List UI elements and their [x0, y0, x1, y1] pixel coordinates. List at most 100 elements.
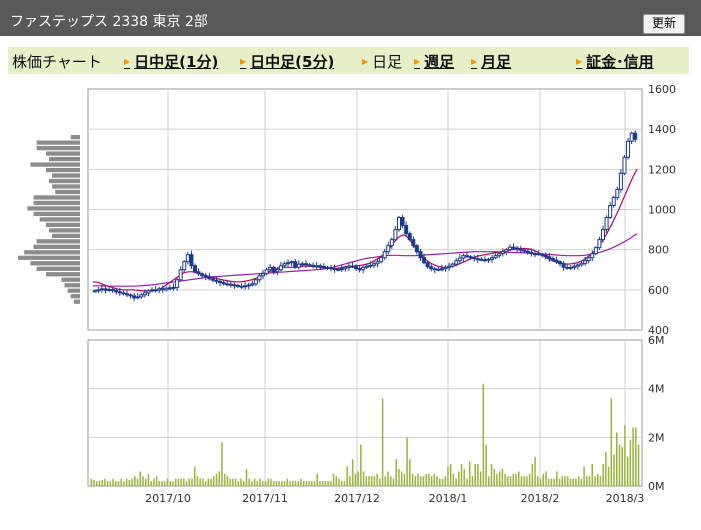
volume-bar [153, 478, 155, 486]
volume-bar [302, 481, 305, 486]
price-tick-label: 600 [648, 284, 669, 297]
candle-body [461, 255, 466, 259]
volume-bar [577, 476, 580, 486]
candle-body [99, 288, 104, 291]
volume-bar [90, 478, 93, 486]
volume-bar [368, 476, 370, 486]
candle-body [518, 248, 523, 251]
candle-body [235, 284, 240, 287]
candle-body [221, 282, 226, 285]
candle-body [436, 268, 441, 271]
volume-bar [447, 466, 449, 486]
profile-bar [55, 189, 80, 195]
volume-bar [626, 456, 629, 486]
volume-bar [283, 481, 286, 486]
volume-bar [430, 476, 433, 486]
volume-bar [439, 478, 441, 486]
volume-bar [586, 476, 588, 486]
volume-bar [134, 476, 136, 486]
candle-body [210, 278, 215, 281]
volume-bar [204, 481, 207, 486]
volume-bar [256, 481, 259, 486]
volume-bar [362, 471, 365, 486]
candle-body [128, 294, 133, 297]
volume-bar [218, 471, 220, 486]
volume-bar [575, 478, 577, 486]
candle-body [608, 204, 613, 219]
volume-bar [610, 398, 613, 486]
candle-body [364, 265, 369, 268]
profile-bar [45, 272, 80, 277]
candle-body [407, 233, 412, 241]
candle-body [611, 196, 616, 206]
profile-bar [67, 288, 80, 293]
candle-body [572, 265, 577, 268]
volume-bar [305, 481, 308, 486]
volume-bar [635, 427, 637, 486]
volume-bar [324, 481, 327, 486]
volume-bar [441, 478, 444, 486]
volume-bar [409, 459, 411, 486]
volume-bar [346, 466, 348, 486]
volume-bar [177, 478, 180, 486]
candle-body [515, 247, 520, 250]
price-tick-label: 800 [648, 244, 669, 257]
candle-body [465, 255, 469, 258]
volume-bar [580, 478, 583, 486]
profile-bar [24, 250, 80, 255]
volume-bar [534, 456, 536, 486]
volume-bar [422, 476, 425, 486]
candle-body [329, 267, 333, 270]
profile-bar [18, 255, 80, 260]
profile-bar [45, 167, 80, 173]
volume-bar [264, 481, 267, 486]
volume-bar [501, 468, 504, 486]
volume-bar [498, 471, 501, 486]
candle-body [178, 269, 183, 281]
candle-body [289, 261, 294, 264]
profile-bar [49, 156, 80, 162]
volume-bar [319, 481, 321, 486]
stock-chart-canvas: 4006008001000120014001600 0M2M4M6M 2017/… [18, 83, 676, 505]
candle-body [443, 266, 448, 270]
volume-bar [553, 478, 555, 486]
candle-body [525, 250, 530, 253]
candle-body [507, 246, 512, 251]
volume-bar [569, 478, 572, 486]
volume-bar [150, 481, 152, 486]
volume-bar [379, 478, 381, 486]
candle-body [432, 268, 437, 271]
candle-body [307, 264, 312, 267]
candle-body [558, 261, 563, 265]
profile-bar [39, 217, 80, 222]
volume-bar [253, 478, 256, 486]
volume-bar [621, 447, 623, 486]
volume-bar [251, 481, 253, 486]
candle-body [275, 269, 280, 273]
candle-body [479, 258, 484, 261]
volume-bar [174, 478, 177, 486]
volume-bar [556, 471, 558, 486]
candle-body [103, 288, 108, 291]
profile-bar [33, 195, 80, 200]
volume-bar [93, 479, 95, 486]
price-tick-label: 1400 [648, 123, 676, 136]
profile-bar [30, 162, 80, 167]
price-y-axis: 4006008001000120014001600 [648, 83, 676, 337]
candle-body [382, 251, 387, 259]
volume-bar [531, 464, 534, 486]
profile-bar [61, 277, 80, 282]
candle-body [110, 288, 115, 292]
candle-body [590, 253, 595, 259]
volume-bar [242, 481, 245, 486]
candle-body [146, 290, 151, 294]
candle-body [604, 217, 609, 231]
volume-bar [537, 476, 539, 486]
volume-bar [523, 476, 525, 486]
candle-body [497, 253, 502, 257]
profile-bar [73, 299, 80, 304]
volume-bar [272, 481, 275, 486]
candle-body [554, 259, 559, 263]
volume-bar [289, 481, 291, 486]
volume-bar [403, 473, 406, 486]
